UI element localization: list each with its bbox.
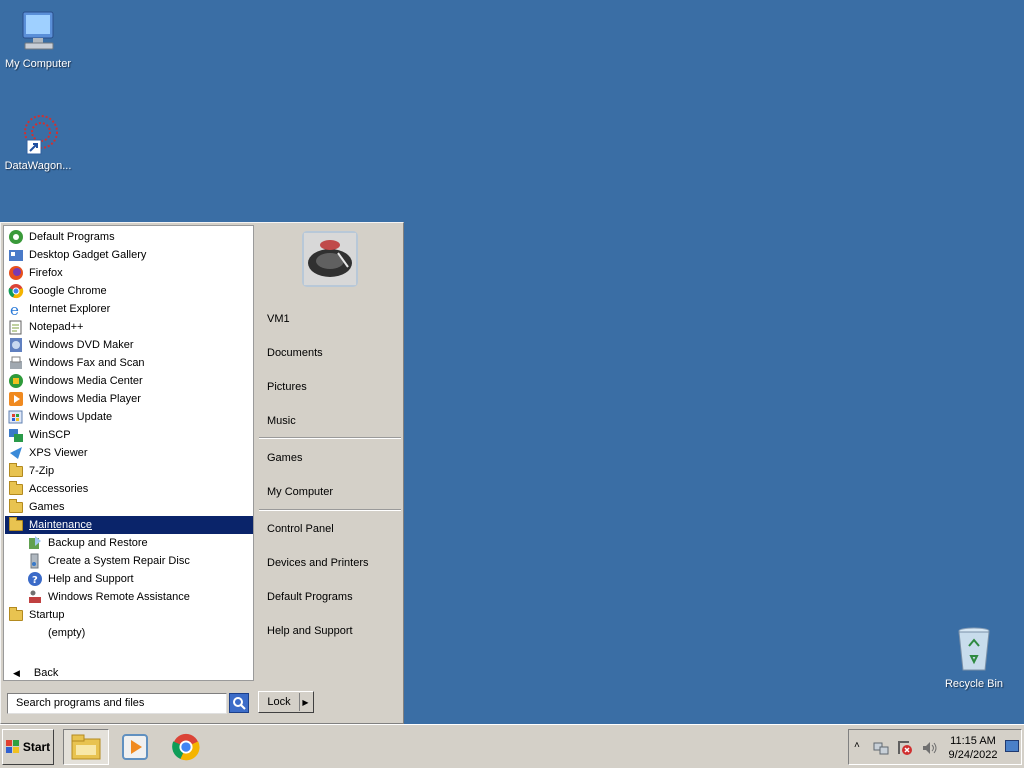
folder-games[interactable]: Games — [5, 498, 253, 516]
right-item-control-panel[interactable]: Control Panel — [267, 523, 334, 535]
media-center-icon — [9, 374, 23, 388]
search-input[interactable]: Search programs and files — [7, 693, 227, 714]
user-avatar[interactable] — [302, 231, 358, 287]
right-item-music[interactable]: Music — [267, 415, 296, 427]
right-item-games[interactable]: Games — [267, 452, 302, 464]
program-winscp[interactable]: WinSCP — [5, 426, 253, 444]
back-button[interactable]: ◀ Back — [3, 661, 253, 685]
lock-button[interactable]: Lock ▶ — [258, 691, 314, 713]
windows-logo-icon — [5, 740, 19, 753]
right-pane: VM1 Documents Pictures Music Games My Co… — [257, 225, 403, 685]
svg-text:e: e — [10, 301, 19, 317]
desktop-icon-label: Recycle Bin — [944, 678, 1004, 690]
program-windows-update[interactable]: Windows Update — [5, 408, 253, 426]
folder-icon — [9, 517, 23, 531]
program-windows-remote-assistance[interactable]: Windows Remote Assistance — [5, 588, 253, 606]
chrome-icon — [8, 284, 24, 299]
right-pane-separator — [259, 437, 401, 439]
repair-disc-icon — [30, 553, 39, 569]
datawagon-icon — [24, 115, 58, 155]
notepad-icon — [9, 320, 22, 335]
action-center-icon[interactable] — [897, 740, 913, 756]
backup-icon — [29, 536, 41, 549]
search-button[interactable] — [229, 693, 249, 713]
computer-icon — [22, 11, 54, 50]
firefox-icon — [9, 266, 23, 280]
help-icon: ? — [28, 572, 42, 586]
explorer-folder-icon — [71, 734, 101, 760]
taskbar-chrome[interactable] — [163, 729, 209, 765]
fax-icon — [10, 356, 22, 369]
program-xps-viewer[interactable]: XPS Viewer — [5, 444, 253, 462]
desktop-icon-recycle-bin[interactable]: Recycle Bin — [936, 626, 1012, 690]
program-windows-media-player[interactable]: Windows Media Player — [5, 390, 253, 408]
back-arrow-icon: ◀ — [13, 667, 20, 678]
right-item-my-computer[interactable]: My Computer — [267, 486, 333, 498]
program-internet-explorer[interactable]: e Internet Explorer — [5, 300, 253, 318]
folder-7-zip[interactable]: 7-Zip — [5, 462, 253, 480]
start-button[interactable]: Start — [2, 729, 54, 765]
system-tray: ˄ 11:15 AM 9/24/2022 — [848, 729, 1022, 765]
taskbar-explorer[interactable] — [63, 729, 109, 765]
taskbar-media-player[interactable] — [112, 729, 158, 765]
desktop-icon-label: My Computer — [4, 58, 72, 70]
recycle-bin-icon — [958, 627, 990, 671]
remote-assistance-icon — [29, 590, 41, 603]
right-item-user[interactable]: VM1 — [267, 313, 290, 325]
search-icon — [233, 697, 246, 710]
svg-text:?: ? — [32, 575, 38, 586]
folder-accessories[interactable]: Accessories — [5, 480, 253, 498]
windows-update-icon — [8, 410, 23, 424]
program-default-programs[interactable]: Default Programs — [5, 228, 253, 246]
volume-icon[interactable] — [921, 740, 939, 756]
media-player-icon — [122, 734, 148, 760]
folder-icon — [9, 607, 23, 621]
folder-icon — [9, 481, 23, 495]
folder-icon — [9, 463, 23, 477]
media-player-icon — [9, 392, 23, 406]
xps-icon — [10, 447, 22, 459]
desktop-icon-label: DataWagon... — [4, 160, 72, 172]
right-item-default-programs[interactable]: Default Programs — [267, 591, 353, 603]
chrome-icon — [172, 733, 200, 761]
taskbar-clock[interactable]: 11:15 AM 9/24/2022 — [945, 734, 1001, 762]
clock-time: 11:15 AM — [950, 735, 996, 747]
folder-startup[interactable]: Startup — [5, 606, 253, 624]
desktop-icon-my-computer[interactable]: My Computer — [0, 10, 76, 70]
dvd-maker-icon — [10, 338, 22, 352]
desktop-icon-datawagon[interactable]: DataWagon... — [0, 112, 76, 172]
right-item-devices-printers[interactable]: Devices and Printers — [267, 557, 369, 569]
start-menu: Default Programs Desktop Gadget Gallery … — [0, 222, 404, 724]
taskbar: Start ˄ 11:15 AM 9/24/2022 — [0, 724, 1024, 768]
network-icon[interactable] — [873, 740, 889, 756]
right-item-documents[interactable]: Documents — [267, 347, 323, 359]
shutdown-options-arrow-icon[interactable]: ▶ — [299, 693, 311, 711]
right-item-pictures[interactable]: Pictures — [267, 381, 307, 393]
program-desktop-gadget-gallery[interactable]: Desktop Gadget Gallery — [5, 246, 253, 264]
program-notepad-plus-plus[interactable]: Notepad++ — [5, 318, 253, 336]
winscp-icon — [9, 429, 23, 442]
clock-date: 9/24/2022 — [948, 749, 998, 761]
program-windows-dvd-maker[interactable]: Windows DVD Maker — [5, 336, 253, 354]
startup-empty-item: (empty) — [48, 627, 86, 639]
folder-icon — [9, 499, 23, 513]
programs-list: Default Programs Desktop Gadget Gallery … — [3, 225, 254, 681]
program-firefox[interactable]: Firefox — [5, 264, 253, 282]
program-windows-fax-and-scan[interactable]: Windows Fax and Scan — [5, 354, 253, 372]
program-help-and-support[interactable]: ? Help and Support — [5, 570, 253, 588]
show-hidden-icons-icon[interactable]: ˄ — [854, 740, 860, 751]
program-windows-media-center[interactable]: Windows Media Center — [5, 372, 253, 390]
program-google-chrome[interactable]: Google Chrome — [5, 282, 253, 300]
program-create-system-repair-disc[interactable]: Create a System Repair Disc — [5, 552, 253, 570]
gadget-icon — [9, 250, 23, 261]
folder-maintenance[interactable]: Maintenance — [5, 516, 253, 534]
right-item-help-support[interactable]: Help and Support — [267, 625, 353, 637]
right-pane-separator — [259, 509, 401, 511]
ie-icon: e — [10, 301, 19, 317]
show-desktop-button[interactable] — [1005, 740, 1019, 752]
user-picture-icon — [304, 233, 356, 285]
program-backup-and-restore[interactable]: Backup and Restore — [5, 534, 253, 552]
default-programs-icon — [9, 230, 23, 244]
